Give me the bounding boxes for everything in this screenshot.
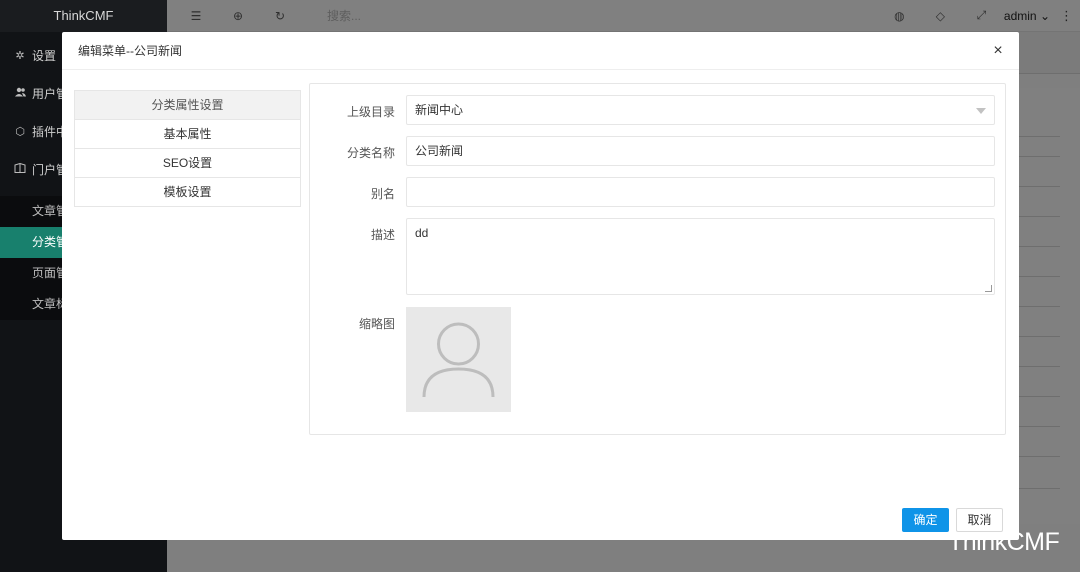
chevron-down-icon: ⌄ <box>1039 8 1050 23</box>
parent-select-value: 新闻中心 <box>415 103 464 117</box>
tab-seo-settings[interactable]: SEO设置 <box>74 148 301 178</box>
background-tabs <box>1018 32 1080 74</box>
tag-icon[interactable]: ◇ <box>920 9 961 23</box>
confirm-button[interactable]: 确定 <box>902 508 949 532</box>
divider <box>1018 488 1060 489</box>
gear-icon: ✲ <box>15 49 25 62</box>
thumbnail-label: 缩略图 <box>358 317 395 331</box>
search-input[interactable]: 搜索... <box>327 7 879 24</box>
theme-icon[interactable]: ◍ <box>879 9 920 23</box>
parent-select[interactable]: 新闻中心 <box>406 95 995 125</box>
divider <box>1018 426 1060 427</box>
category-form: 上级目录 新闻中心 分类名称 公司新闻 别名 描述 dd 缩略图 <box>309 83 1006 435</box>
divider <box>1018 336 1060 337</box>
top-bar: ☰ ⊕ ↻ 搜索... ◍ ◇ ⤢ admin ⌄ ⋮ <box>167 0 1080 32</box>
divider <box>1018 366 1060 367</box>
divider <box>1018 456 1060 457</box>
avatar-placeholder-icon <box>422 322 495 398</box>
fullscreen-icon[interactable]: ⤢ <box>961 8 1002 23</box>
user-menu[interactable]: admin ⌄ <box>1004 9 1050 23</box>
divider <box>1018 276 1060 277</box>
top-bar-actions: ◍ ◇ ⤢ admin ⌄ ⋮ <box>879 8 1073 24</box>
name-label: 分类名称 <box>346 146 395 160</box>
globe-icon[interactable]: ⊕ <box>217 9 259 23</box>
cancel-button[interactable]: 取消 <box>956 508 1003 532</box>
divider <box>1018 186 1060 187</box>
resize-handle-icon[interactable] <box>985 285 992 292</box>
sidebar-item-label: 设置 <box>32 48 57 63</box>
description-label: 描述 <box>370 228 395 242</box>
dialog-header: 编辑菜单--公司新闻 × <box>62 32 1019 70</box>
settings-nav-header: 分类属性设置 <box>74 90 301 120</box>
dialog-title: 编辑菜单--公司新闻 <box>78 44 182 58</box>
more-icon[interactable]: ⋮ <box>1060 8 1073 24</box>
alias-label: 别名 <box>370 187 395 201</box>
description-textarea[interactable]: dd <box>406 218 995 295</box>
divider <box>1018 396 1060 397</box>
dropdown-arrow-icon <box>976 108 986 114</box>
users-icon <box>12 87 28 100</box>
tab-template-settings[interactable]: 模板设置 <box>74 177 301 207</box>
alias-input[interactable] <box>406 177 995 207</box>
portal-icon <box>12 162 28 176</box>
divider <box>1018 246 1060 247</box>
edit-category-dialog: 编辑菜单--公司新闻 × 分类属性设置 基本属性 SEO设置 模板设置 上级目录… <box>62 32 1019 540</box>
divider <box>1018 306 1060 307</box>
tab-basic-properties[interactable]: 基本属性 <box>74 119 301 149</box>
divider <box>1018 216 1060 217</box>
parent-label: 上级目录 <box>346 105 395 119</box>
description-value: dd <box>415 226 429 240</box>
divider <box>1018 136 1060 137</box>
username: admin <box>1003 8 1037 23</box>
refresh-icon[interactable]: ↻ <box>259 9 301 23</box>
close-icon[interactable]: × <box>989 42 1007 60</box>
thumbnail-upload[interactable] <box>406 307 511 412</box>
divider <box>1018 156 1060 157</box>
app-logo: ThinkCMF <box>0 0 167 32</box>
name-input[interactable]: 公司新闻 <box>406 136 995 166</box>
menu-toggle-icon[interactable]: ☰ <box>175 9 217 23</box>
settings-nav: 分类属性设置 基本属性 SEO设置 模板设置 <box>74 90 301 207</box>
plugin-icon: ⬡ <box>15 125 25 138</box>
